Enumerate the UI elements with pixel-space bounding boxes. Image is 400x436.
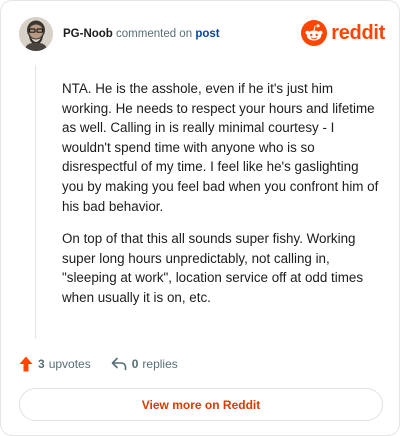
brand-wordmark: reddit [331,21,385,44]
user-avatar[interactable] [19,17,53,51]
upvote-button[interactable]: 3 upvotes [19,356,91,372]
reply-arrow-icon [111,357,127,371]
comment-byline: PG-Noob commented on post [63,27,220,41]
upvote-label: upvotes [48,357,91,371]
upvote-arrow-icon [19,356,33,372]
reply-count: 0 [131,357,139,371]
view-more-button[interactable]: View more on Reddit [19,388,383,421]
reddit-alien-icon [301,20,328,46]
upvote-count: 3 [38,357,45,371]
action-text: commented on [116,28,193,40]
post-link[interactable]: post [195,28,219,40]
comment-embed-card: PG-Noob commented on post reddit NTA. He… [0,0,400,436]
thread-line [35,65,36,339]
replies-button[interactable]: 0 replies [111,357,178,371]
comment-paragraph: On top of that this all sounds super fis… [62,231,364,305]
comment-header: PG-Noob commented on post reddit [19,17,385,53]
bearded-man-avatar-icon [19,17,53,51]
comment-paragraph: NTA. He is the asshole, even if he it's … [62,81,379,214]
comment-footer: 3 upvotes 0 replies [19,353,178,375]
author-name[interactable]: PG-Noob [63,28,113,40]
reply-label: replies [142,357,178,371]
comment-body: NTA. He is the asshole, even if he it's … [62,79,380,321]
reddit-logo[interactable]: reddit [301,19,385,47]
